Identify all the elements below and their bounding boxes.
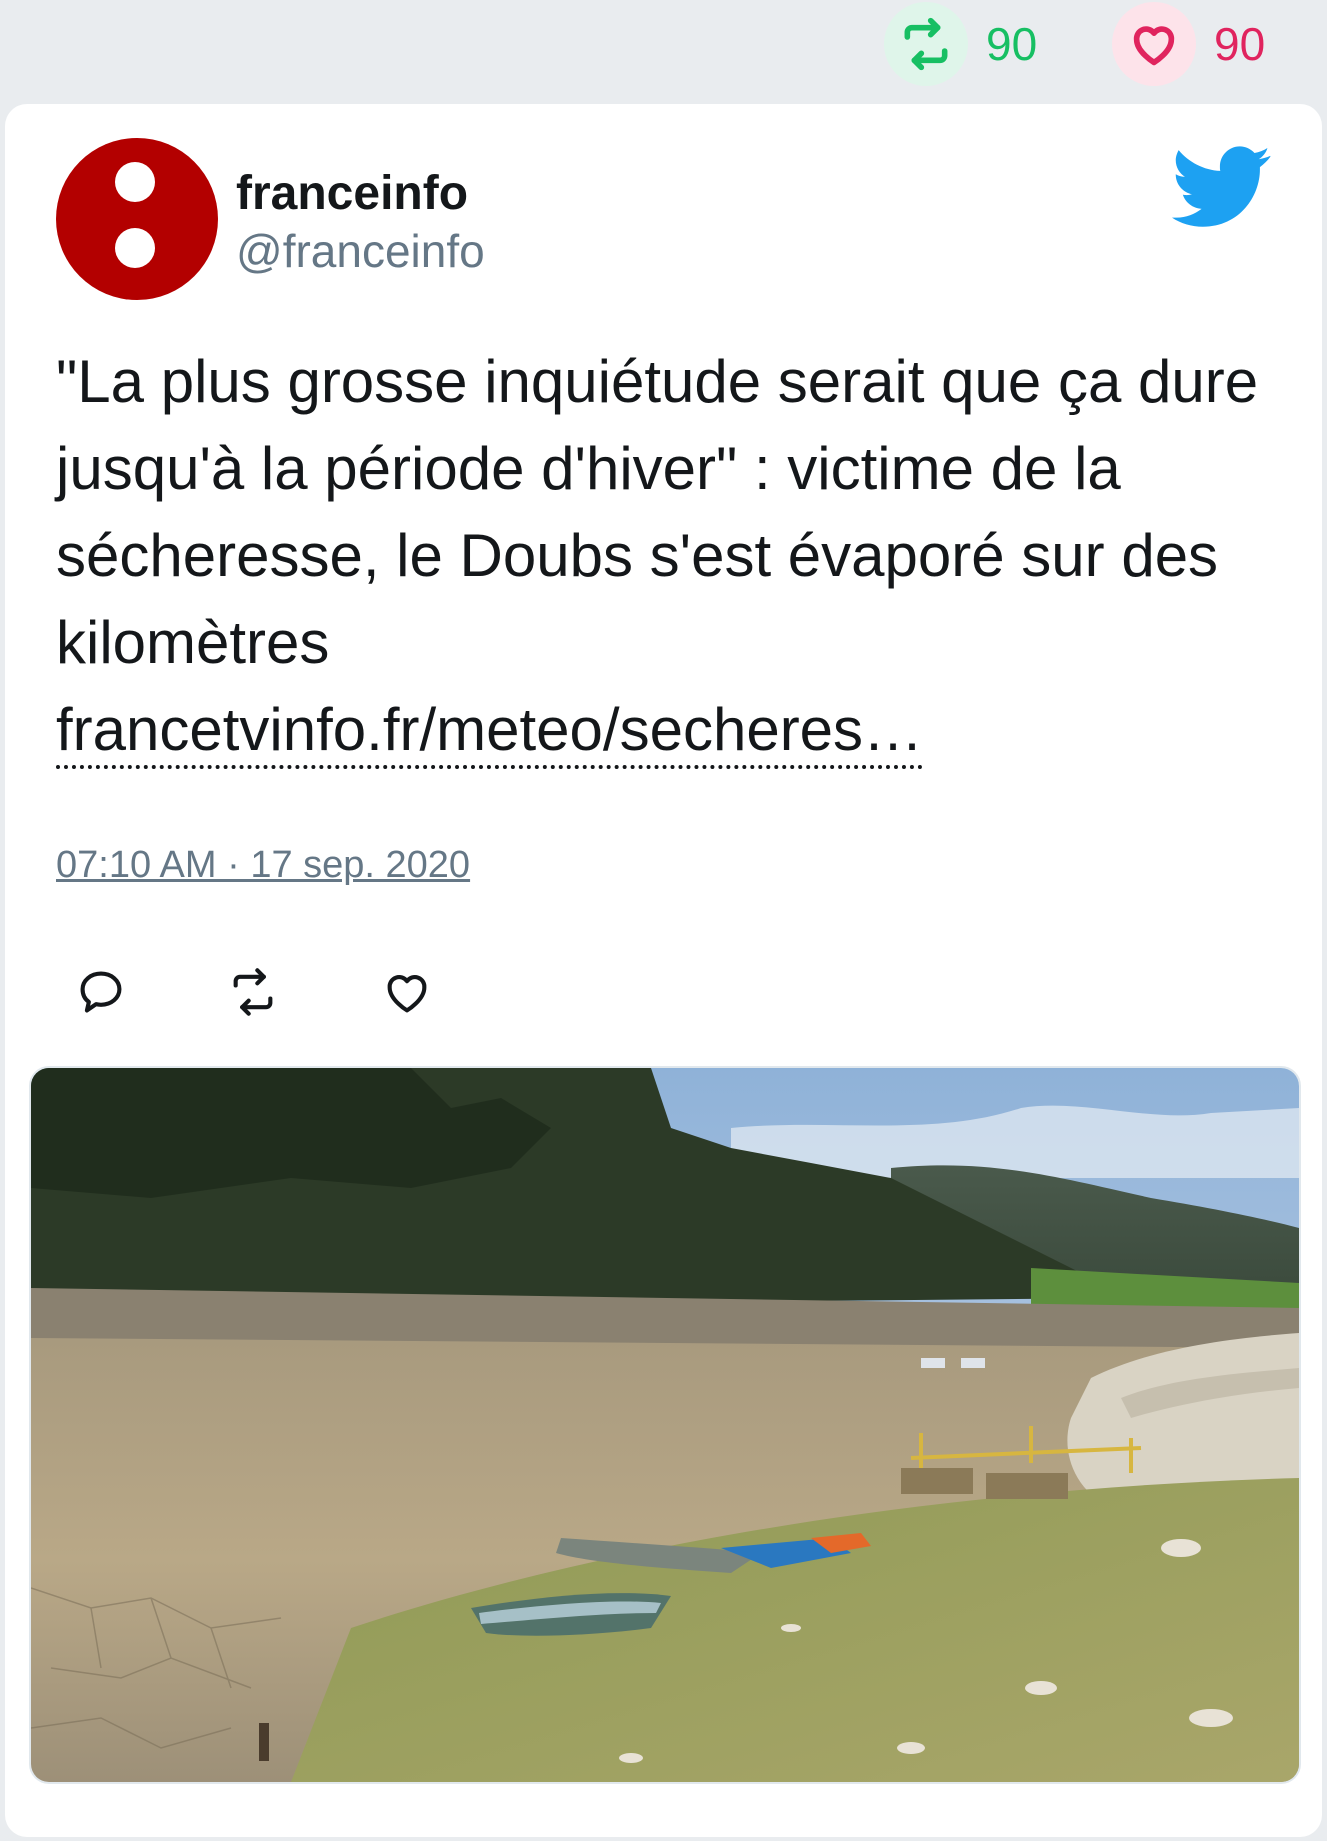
retweet-icon[interactable] — [884, 2, 968, 86]
reply-icon[interactable] — [75, 966, 127, 1018]
like-action-icon[interactable] — [381, 966, 433, 1018]
article-link[interactable]: francetvinfo.fr/meteo/secheres… — [56, 696, 924, 769]
drought-riverbed-image — [31, 1068, 1299, 1782]
tweet-text: "La plus grosse inquiétude serait que ça… — [56, 338, 1296, 773]
tweet-card: franceinfo @franceinfo "La plus grosse i… — [5, 104, 1322, 1837]
retweet-stat[interactable]: 90 — [884, 2, 1038, 86]
tweet-body: "La plus grosse inquiétude serait que ça… — [56, 348, 1259, 676]
avatar-dot-top — [115, 162, 155, 202]
heart-icon[interactable] — [1112, 2, 1196, 86]
author-handle[interactable]: @franceinfo — [236, 224, 485, 278]
stats-bar: 90 90 — [0, 0, 1327, 100]
like-stat[interactable]: 90 — [1112, 2, 1266, 86]
tweet-photo[interactable] — [29, 1066, 1301, 1784]
like-count: 90 — [1214, 18, 1266, 70]
retweet-action-icon[interactable] — [227, 966, 279, 1018]
twitter-bird-icon[interactable] — [1172, 146, 1272, 230]
retweet-count: 90 — [986, 18, 1038, 70]
author-name[interactable]: franceinfo — [236, 166, 468, 221]
timestamp[interactable]: 07:10 AM · 17 sep. 2020 — [56, 844, 470, 887]
avatar-dot-bottom — [115, 228, 155, 268]
avatar[interactable] — [56, 138, 218, 300]
